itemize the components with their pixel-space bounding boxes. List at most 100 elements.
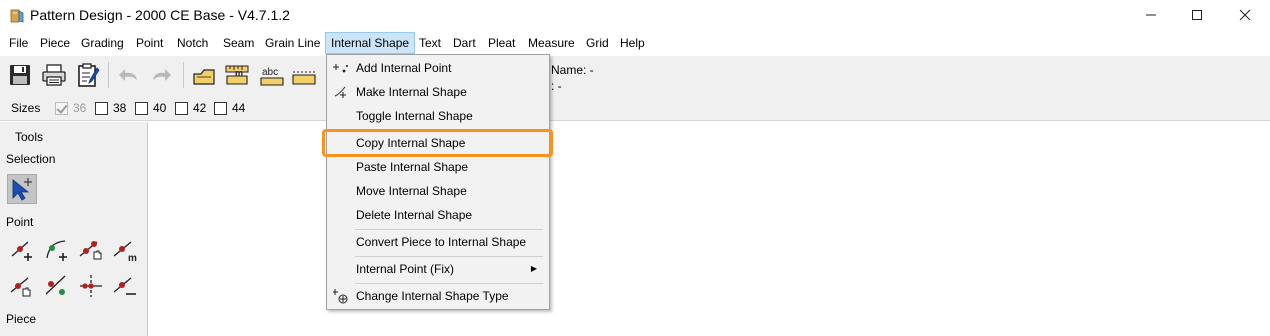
- size-checkbox-40[interactable]: 40: [135, 101, 166, 115]
- redo-button[interactable]: [147, 61, 175, 89]
- menu-item-label: Add Internal Point: [356, 61, 452, 75]
- menu-item-toggle-internal-shape[interactable]: Toggle Internal Shape: [329, 105, 547, 127]
- menu-item-label: Internal Point (Fix): [356, 262, 455, 276]
- menu-item-label: Make Internal Shape: [356, 85, 467, 99]
- measure-point-icon: m: [113, 241, 137, 264]
- menu-notch[interactable]: Notch: [172, 32, 213, 54]
- checkbox[interactable]: [55, 101, 68, 115]
- menu-item-move-internal-shape[interactable]: Move Internal Shape: [329, 180, 547, 202]
- change-type-icon: [333, 289, 348, 304]
- point-group-label: Point: [6, 215, 34, 229]
- title-bar: Pattern Design - 2000 CE Base - V4.7.1.2: [0, 0, 1270, 32]
- properties-icon: [78, 63, 100, 87]
- seam-button[interactable]: [290, 61, 318, 89]
- text-icon-label: abc: [262, 67, 278, 78]
- properties-button[interactable]: [74, 61, 102, 89]
- toolbar-separator: [108, 62, 109, 88]
- menu-point[interactable]: Point: [131, 32, 168, 54]
- checkbox[interactable]: [135, 101, 148, 115]
- checkbox[interactable]: [214, 101, 227, 115]
- menu-item-make-internal-shape[interactable]: Make Internal Shape: [329, 81, 547, 103]
- save-icon: [10, 65, 30, 85]
- print-icon: [42, 64, 66, 86]
- menu-grading[interactable]: Grading: [76, 32, 129, 54]
- size-checkbox-38[interactable]: 38: [95, 101, 126, 115]
- menu-pleat[interactable]: Pleat: [483, 32, 520, 54]
- menu-seam[interactable]: Seam: [218, 32, 259, 54]
- close-button[interactable]: [1222, 0, 1268, 30]
- menu-separator: [355, 256, 543, 257]
- add-curve-point-icon: [46, 240, 67, 261]
- select-tool-button[interactable]: [7, 174, 37, 204]
- properties-second: : -: [551, 79, 562, 93]
- window-title: Pattern Design - 2000 CE Base - V4.7.1.2: [30, 7, 290, 23]
- maximize-icon: [1192, 10, 1202, 20]
- drawing-canvas[interactable]: [149, 122, 1270, 336]
- toolbar-separator: [183, 62, 184, 88]
- menu-measure[interactable]: Measure: [523, 32, 580, 54]
- intersect-point-tool[interactable]: [76, 271, 106, 301]
- size-label: 40: [153, 101, 167, 115]
- intersect-point-icon: [80, 275, 102, 297]
- sizes-label: Sizes: [11, 101, 41, 115]
- menu-item-paste-internal-shape[interactable]: Paste Internal Shape: [329, 156, 547, 178]
- select-arrow-icon: [12, 178, 32, 201]
- drag-point-hand-icon: [10, 277, 31, 297]
- menu-internal-shape[interactable]: Internal Shape: [325, 32, 416, 54]
- size-checkbox-42[interactable]: 42: [175, 101, 206, 115]
- selection-group-label: Selection: [6, 152, 56, 166]
- menu-separator: [355, 283, 543, 284]
- measure-tape-icon: m: [225, 65, 249, 85]
- menu-item-delete-internal-shape[interactable]: Delete Internal Shape: [329, 204, 547, 226]
- menu-grid[interactable]: Grid: [581, 32, 614, 54]
- piece-button[interactable]: [190, 61, 218, 89]
- text-button[interactable]: abc: [258, 61, 286, 89]
- delete-point-icon: [113, 277, 136, 295]
- checkbox[interactable]: [175, 101, 188, 115]
- menu-item-label: Toggle Internal Shape: [356, 109, 473, 123]
- menu-item-convert-piece[interactable]: Convert Piece to Internal Shape: [329, 231, 547, 253]
- checkbox[interactable]: [95, 101, 108, 115]
- add-point-tool[interactable]: [7, 235, 37, 265]
- size-label: 44: [232, 101, 246, 115]
- menu-text[interactable]: Text: [414, 32, 446, 54]
- save-button[interactable]: [6, 61, 34, 89]
- submenu-arrow-icon: ▶: [530, 264, 537, 273]
- minimize-icon: [1146, 14, 1156, 16]
- size-checkbox-36[interactable]: 36: [55, 101, 86, 115]
- menu-item-internal-point-fix[interactable]: Internal Point (Fix) ▶: [329, 258, 547, 280]
- menu-grain-line[interactable]: Grain Line: [260, 32, 325, 54]
- size-checkbox-44[interactable]: 44: [214, 101, 245, 115]
- delete-point-tool[interactable]: [110, 271, 140, 301]
- menu-piece[interactable]: Piece: [35, 32, 75, 54]
- add-internal-point-icon: [333, 64, 348, 73]
- measure-point-tool[interactable]: m: [110, 235, 140, 265]
- measure-icon-label: m: [235, 68, 243, 78]
- undo-icon: [119, 69, 137, 81]
- seam-icon: [292, 71, 316, 85]
- menu-item-label: Convert Piece to Internal Shape: [356, 235, 527, 249]
- move-point-tool[interactable]: [76, 235, 106, 265]
- size-label: 36: [73, 101, 87, 115]
- menu-item-change-internal-shape-type[interactable]: Change Internal Shape Type: [329, 285, 547, 307]
- split-point-tool[interactable]: [42, 271, 72, 301]
- piece-group-label: Piece: [6, 312, 37, 326]
- size-label: 38: [113, 101, 127, 115]
- measure-tape-button[interactable]: m: [223, 61, 251, 89]
- move-point-hand-icon: [79, 241, 102, 260]
- print-button[interactable]: [40, 61, 68, 89]
- menu-file[interactable]: File: [4, 32, 33, 54]
- undo-button[interactable]: [115, 61, 143, 89]
- menu-item-add-internal-point[interactable]: Add Internal Point: [329, 57, 547, 79]
- tools-panel-title: Tools: [15, 130, 44, 144]
- menu-separator: [355, 229, 543, 230]
- text-abc-icon: abc: [260, 67, 284, 86]
- drag-point-tool[interactable]: [7, 271, 37, 301]
- minimize-button[interactable]: [1128, 0, 1174, 30]
- add-curve-point-tool[interactable]: [42, 235, 72, 265]
- maximize-button[interactable]: [1174, 0, 1220, 30]
- app-icon: [10, 9, 24, 23]
- menu-help[interactable]: Help: [615, 32, 650, 54]
- menu-dart[interactable]: Dart: [448, 32, 481, 54]
- menu-item-label: Delete Internal Shape: [356, 208, 473, 222]
